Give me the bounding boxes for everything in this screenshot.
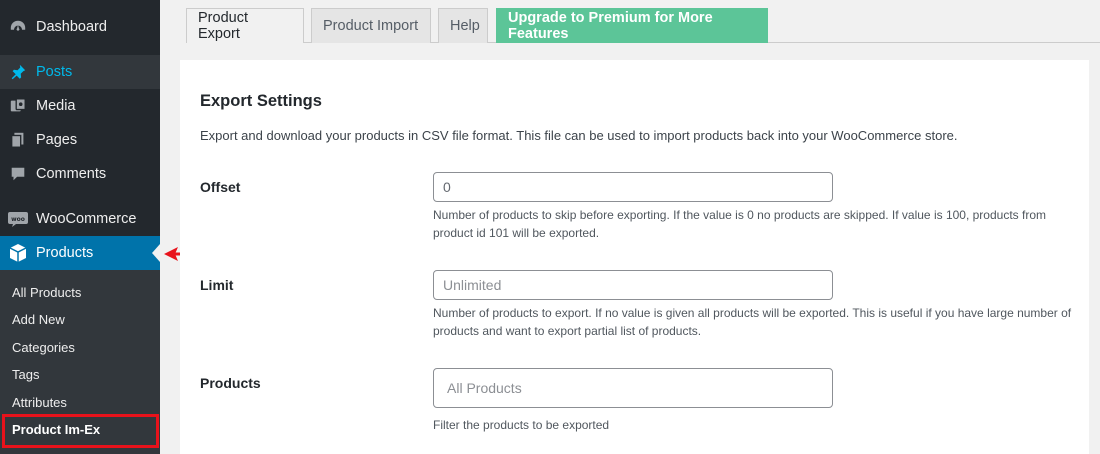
- tab-help[interactable]: Help: [438, 8, 488, 43]
- pin-icon: [0, 63, 36, 81]
- submenu-add-new[interactable]: Add New: [12, 312, 65, 327]
- menu-item-pages[interactable]: Pages: [0, 123, 160, 157]
- menu-label: Media: [36, 98, 76, 114]
- dashboard-icon: [0, 18, 36, 36]
- menu-label: Pages: [36, 132, 78, 148]
- export-settings-panel: Export Settings Export and download your…: [180, 60, 1089, 454]
- menu-label: WooCommerce: [36, 211, 137, 227]
- pages-icon: [0, 131, 36, 149]
- admin-sidebar: Dashboard Posts Media Pages Comments woo…: [0, 0, 160, 454]
- limit-help: Number of products to export. If no valu…: [433, 306, 1072, 338]
- submenu-all-products[interactable]: All Products: [12, 285, 81, 300]
- menu-label: Comments: [36, 166, 107, 182]
- products-help: Filter the products to be exported: [433, 418, 610, 432]
- menu-label: Dashboard: [36, 19, 107, 35]
- offset-help: Number of products to skip before export…: [433, 208, 1046, 240]
- menu-item-woocommerce[interactable]: woo WooCommerce: [0, 202, 160, 236]
- menu-item-products[interactable]: Products: [0, 236, 160, 270]
- offset-input[interactable]: [433, 172, 833, 202]
- submenu-tags[interactable]: Tags: [12, 367, 39, 382]
- tab-product-import[interactable]: Product Import: [311, 8, 431, 43]
- limit-label: Limit: [200, 277, 234, 293]
- menu-label: Posts: [36, 64, 73, 80]
- media-icon: [0, 97, 36, 115]
- offset-label: Offset: [200, 179, 241, 195]
- section-title: Export Settings: [200, 92, 322, 110]
- products-filter-input[interactable]: [433, 368, 833, 408]
- menu-item-comments[interactable]: Comments: [0, 157, 160, 191]
- menu-item-posts[interactable]: Posts: [0, 55, 160, 89]
- limit-input[interactable]: [433, 270, 833, 300]
- menu-label: Products: [36, 245, 94, 261]
- submenu-attributes[interactable]: Attributes: [12, 395, 67, 410]
- tab-product-export[interactable]: Product Export: [186, 8, 304, 43]
- svg-text:woo: woo: [11, 216, 25, 223]
- highlight-box: [2, 414, 159, 448]
- products-label: Products: [200, 375, 261, 391]
- products-box-icon: [0, 243, 36, 263]
- submenu-categories[interactable]: Categories: [12, 340, 75, 355]
- menu-item-dashboard[interactable]: Dashboard: [0, 10, 160, 44]
- active-indicator: [152, 244, 160, 262]
- woocommerce-icon: woo: [0, 211, 36, 227]
- section-description: Export and download your products in CSV…: [200, 128, 958, 143]
- tab-upgrade-premium[interactable]: Upgrade to Premium for More Features: [496, 8, 768, 43]
- comments-icon: [0, 165, 36, 183]
- menu-item-media[interactable]: Media: [0, 89, 160, 123]
